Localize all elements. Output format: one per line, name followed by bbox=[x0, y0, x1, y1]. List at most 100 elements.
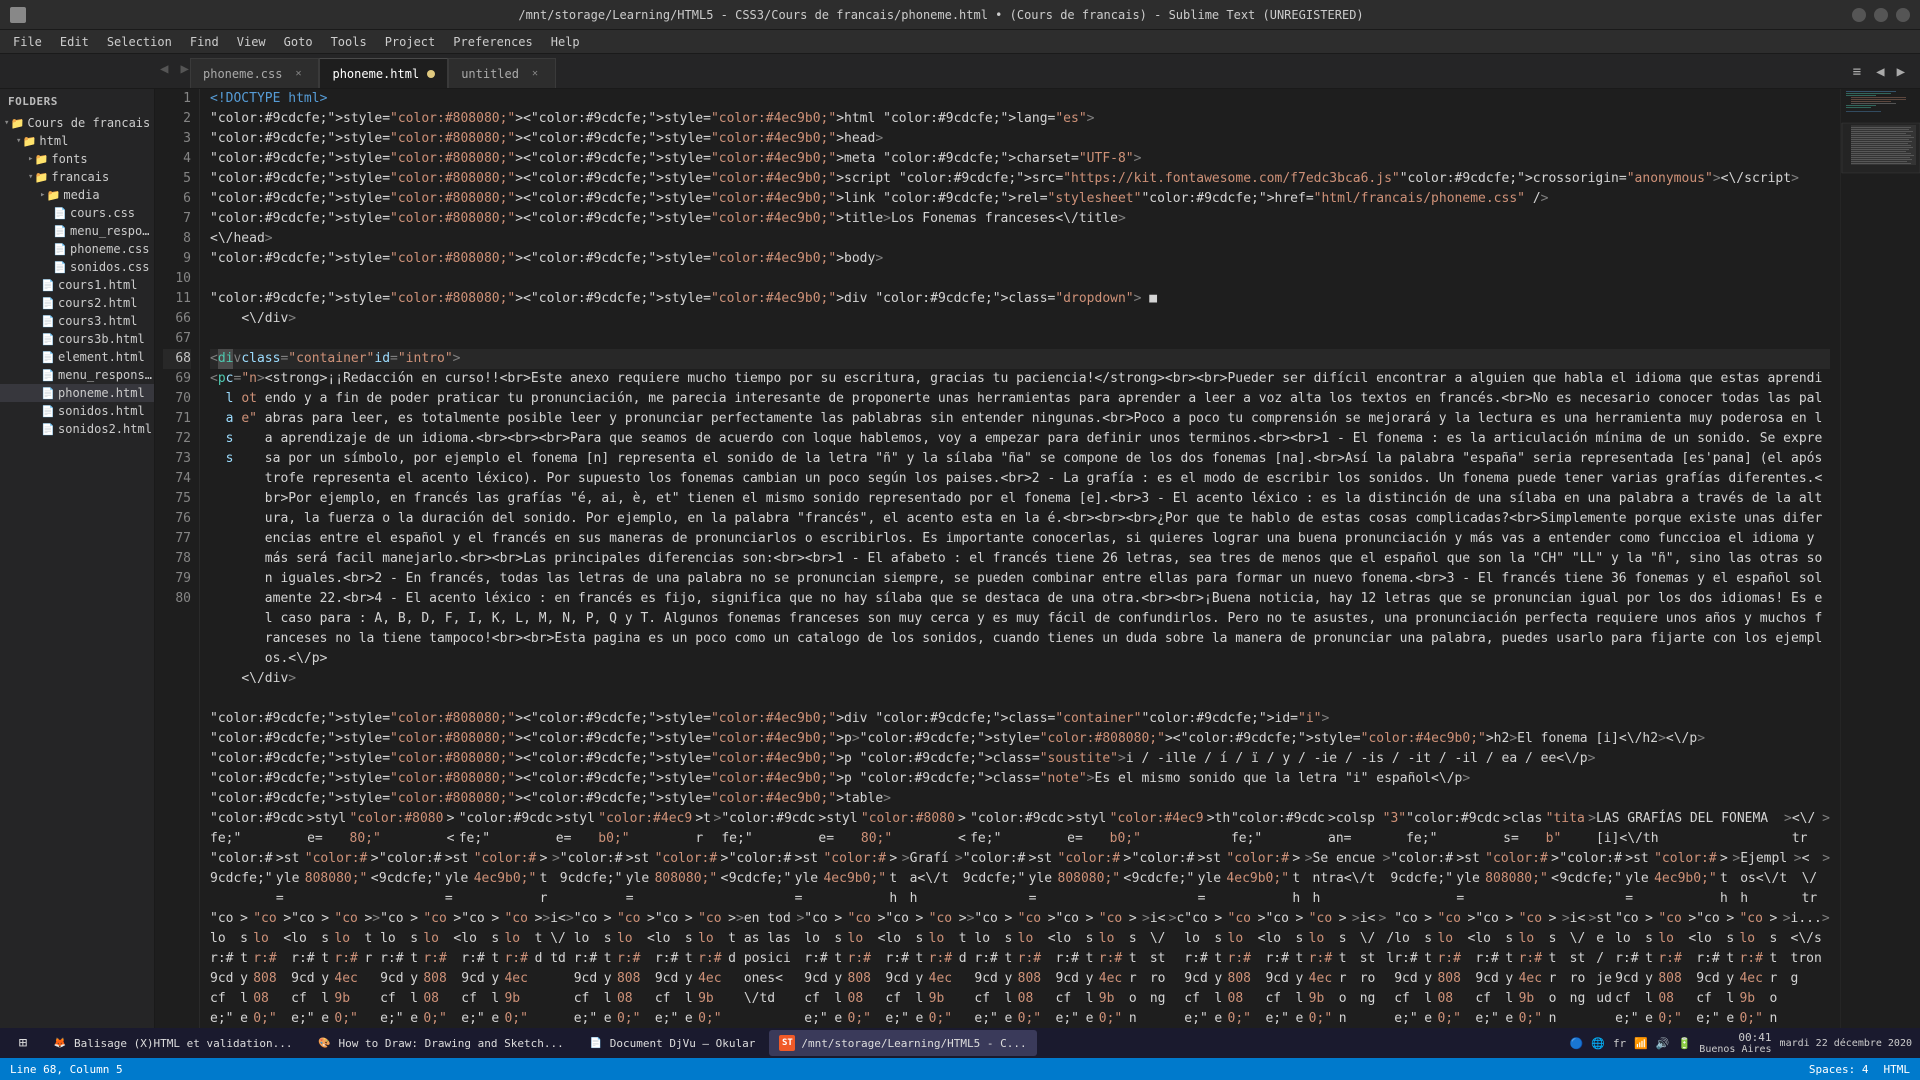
tab-prev-arrow[interactable]: ◀ bbox=[155, 59, 173, 79]
line-number-8: 8 bbox=[163, 229, 191, 249]
tab-modified-dot bbox=[427, 70, 435, 78]
taskbar-time: 00:41 bbox=[1699, 1031, 1771, 1044]
funnel-icon[interactable]: ≡ bbox=[1853, 64, 1861, 80]
menu-bar: File Edit Selection Find View Goto Tools… bbox=[0, 30, 1920, 54]
menu-preferences[interactable]: Preferences bbox=[445, 33, 540, 51]
menu-tools[interactable]: Tools bbox=[323, 33, 375, 51]
status-position: Line 68, Column 5 bbox=[10, 1063, 123, 1076]
sidebar-item-cours3-html[interactable]: 📄cours3.html bbox=[0, 312, 154, 330]
code-line-1: <!DOCTYPE html> bbox=[210, 89, 1830, 109]
sidebar-item-label: menu_responsive... bbox=[68, 224, 154, 238]
sidebar-item-cours3b-html[interactable]: 📄cours3b.html bbox=[0, 330, 154, 348]
code-line-2: "color:#9cdcfe;">style="color:#808080;">… bbox=[210, 109, 1830, 129]
menu-project[interactable]: Project bbox=[377, 33, 444, 51]
tab-bar: ◀ ▶ phoneme.css ✕ phoneme.html untitled … bbox=[0, 54, 1920, 89]
sidebar-item-sonidos2-html[interactable]: 📄sonidos2.html bbox=[0, 420, 154, 438]
menu-goto[interactable]: Goto bbox=[276, 33, 321, 51]
sidebar-item-label: cours2.html bbox=[56, 296, 154, 310]
sidebar-item-media[interactable]: ▸📁media bbox=[0, 186, 154, 204]
line-number-3: 3 bbox=[163, 129, 191, 149]
maximize-button[interactable] bbox=[1874, 8, 1888, 22]
editor-area: 1234567891011666768697071727374757677787… bbox=[155, 89, 1920, 1058]
sidebar-item-phoneme-css-file[interactable]: 📄phoneme.css bbox=[0, 240, 154, 258]
code-line-74: "color:#9cdcfe;">style="color:#808080;">… bbox=[210, 749, 1830, 769]
tab-close-phoneme-css[interactable]: ✕ bbox=[290, 66, 306, 82]
taskbar-terminal[interactable]: ⊞ bbox=[8, 1030, 38, 1056]
taskbar-balisage[interactable]: 🦊 Balisage (X)HTML et validation... bbox=[42, 1030, 303, 1056]
sublime-icon: ST bbox=[779, 1035, 795, 1051]
tab-label: phoneme.html bbox=[332, 67, 419, 81]
sidebar-header: FOLDERS bbox=[0, 89, 154, 114]
sidebar-item-sonidos-html[interactable]: 📄sonidos.html bbox=[0, 402, 154, 420]
sidebar-item-cours1-html[interactable]: 📄cours1.html bbox=[0, 276, 154, 294]
code-line-9: "color:#9cdcfe;">style="color:#808080;">… bbox=[210, 249, 1830, 269]
folder-icon: 📁 bbox=[33, 171, 49, 184]
tab-untitled[interactable]: untitled ✕ bbox=[448, 58, 556, 88]
sidebar-item-menu-responsive-html[interactable]: 📄menu_responsive.ht... bbox=[0, 366, 154, 384]
close-button[interactable] bbox=[1896, 8, 1910, 22]
sidebar-item-label: html bbox=[37, 134, 154, 148]
sidebar-item-cours2-html[interactable]: 📄cours2.html bbox=[0, 294, 154, 312]
tab-label: untitled bbox=[461, 67, 519, 81]
main-layout: FOLDERS ▾📁Cours de francais▾📁html▸📁fonts… bbox=[0, 89, 1920, 1058]
taskbar-volume: 🔊 bbox=[1656, 1037, 1670, 1050]
tab-next-arrow[interactable]: ▶ bbox=[175, 59, 193, 79]
taskbar-djvu[interactable]: 📄 Document DjVu — Okular bbox=[578, 1030, 766, 1056]
menu-help[interactable]: Help bbox=[543, 33, 588, 51]
sidebar-item-html[interactable]: ▾📁html bbox=[0, 132, 154, 150]
line-number-68: 68 bbox=[163, 349, 191, 369]
menu-file[interactable]: File bbox=[5, 33, 50, 51]
taskbar-network: 🌐 bbox=[1591, 1037, 1605, 1050]
tab-bar-controls: ≡ ◀ ▶ bbox=[1853, 54, 1920, 89]
taskbar-draw[interactable]: 🎨 How to Draw: Drawing and Sketch... bbox=[307, 1030, 574, 1056]
line-number-1: 1 bbox=[163, 89, 191, 109]
taskbar-day: mardi 22 décembre 2020 bbox=[1780, 1038, 1912, 1049]
line-number-72: 72 bbox=[163, 429, 191, 449]
code-line-3: "color:#9cdcfe;">style="color:#808080;">… bbox=[210, 129, 1830, 149]
folder-icon: 📁 bbox=[21, 135, 37, 148]
status-spaces: Spaces: 4 bbox=[1809, 1063, 1869, 1076]
sidebar-item-menu-responsive-css[interactable]: 📄menu_responsive... bbox=[0, 222, 154, 240]
file-icon: 📄 bbox=[40, 351, 56, 364]
line-number-7: 7 bbox=[163, 209, 191, 229]
code-line-78: "color:#9cdcfe;">style="color:#808080;">… bbox=[210, 849, 1830, 909]
sidebar-item-francais[interactable]: ▾📁francais bbox=[0, 168, 154, 186]
pane-prev-arrow[interactable]: ◀ bbox=[1871, 62, 1889, 82]
minimize-button[interactable] bbox=[1852, 8, 1866, 22]
code-line-75: "color:#9cdcfe;">style="color:#808080;">… bbox=[210, 769, 1830, 789]
sidebar-item-label: sonidos.css bbox=[68, 260, 154, 274]
taskbar-sublime[interactable]: ST /mnt/storage/Learning/HTML5 - C... bbox=[769, 1030, 1036, 1056]
title-bar-controls bbox=[1852, 8, 1910, 22]
taskbar-wifi: 📶 bbox=[1634, 1037, 1648, 1050]
sidebar-item-fonts[interactable]: ▸📁fonts bbox=[0, 150, 154, 168]
code-line-4: "color:#9cdcfe;">style="color:#808080;">… bbox=[210, 149, 1830, 169]
menu-edit[interactable]: Edit bbox=[52, 33, 97, 51]
status-encoding: HTML bbox=[1884, 1063, 1911, 1076]
menu-selection[interactable]: Selection bbox=[99, 33, 180, 51]
sidebar-item-sonidos-css[interactable]: 📄sonidos.css bbox=[0, 258, 154, 276]
draw-icon: 🎨 bbox=[317, 1035, 333, 1051]
sidebar-item-phoneme-html-file[interactable]: 📄phoneme.html bbox=[0, 384, 154, 402]
taskbar: ⊞ 🦊 Balisage (X)HTML et validation... 🎨 … bbox=[0, 1028, 1920, 1058]
code-content[interactable]: <!DOCTYPE html>"color:#9cdcfe;">style="c… bbox=[200, 89, 1840, 1058]
sidebar-item-element-html[interactable]: 📄element.html bbox=[0, 348, 154, 366]
file-icon: 📄 bbox=[40, 405, 56, 418]
sidebar-item-cours-de-francais[interactable]: ▾📁Cours de francais bbox=[0, 114, 154, 132]
line-number-69: 69 bbox=[163, 369, 191, 389]
line-number-76: 76 bbox=[163, 509, 191, 529]
tab-close-untitled[interactable]: ✕ bbox=[527, 66, 543, 82]
taskbar-battery: 🔋 bbox=[1678, 1037, 1692, 1050]
menu-find[interactable]: Find bbox=[182, 33, 227, 51]
tab-phoneme-css[interactable]: phoneme.css ✕ bbox=[190, 58, 319, 88]
taskbar-draw-label: How to Draw: Drawing and Sketch... bbox=[339, 1037, 564, 1050]
pane-next-arrow[interactable]: ▶ bbox=[1892, 62, 1910, 82]
tab-phoneme-html[interactable]: phoneme.html bbox=[319, 58, 448, 88]
sidebar-item-cours-css[interactable]: 📄cours.css bbox=[0, 204, 154, 222]
sidebar-item-label: sonidos.html bbox=[56, 404, 154, 418]
minimap-canvas bbox=[1841, 89, 1920, 1058]
file-icon: 📄 bbox=[40, 279, 56, 292]
menu-view[interactable]: View bbox=[229, 33, 274, 51]
line-number-80: 80 bbox=[163, 589, 191, 609]
app-icon bbox=[10, 7, 26, 23]
title-bar-title: /mnt/storage/Learning/HTML5 - CSS3/Cours… bbox=[30, 8, 1852, 22]
